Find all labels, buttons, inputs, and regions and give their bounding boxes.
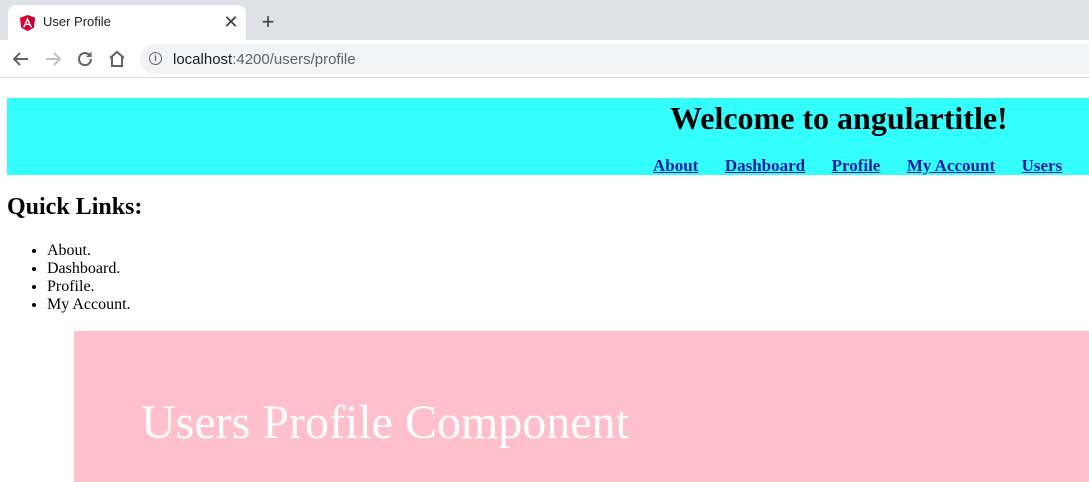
browser-tab[interactable]: User Profile ✕ <box>8 5 246 40</box>
quick-links-heading: Quick Links: <box>7 194 143 220</box>
url-path: :4200/users/profile <box>232 51 356 68</box>
tab-close-icon[interactable]: ✕ <box>222 13 240 31</box>
info-icon[interactable]: i <box>149 52 162 65</box>
list-item: My Account. <box>47 296 131 314</box>
top-nav: About Dashboard Profile My Account Users <box>653 156 1084 176</box>
list-item: Profile. <box>47 278 131 296</box>
users-profile-component: Users Profile Component <box>74 331 1089 482</box>
nav-link-my-account[interactable]: My Account <box>907 156 995 175</box>
nav-link-about[interactable]: About <box>653 156 698 175</box>
reload-icon[interactable] <box>74 48 96 70</box>
url-text[interactable]: localhost:4200/users/profile <box>173 51 356 68</box>
quick-links-list: About. Dashboard. Profile. My Account. <box>7 242 131 314</box>
url-host: localhost <box>173 51 233 68</box>
nav-link-profile[interactable]: Profile <box>832 156 881 175</box>
back-arrow-icon[interactable] <box>10 48 32 70</box>
browser-toolbar: i localhost:4200/users/profile <box>0 40 1089 78</box>
home-icon[interactable] <box>106 48 128 70</box>
list-item: About. <box>47 242 131 260</box>
address-bar[interactable]: i localhost:4200/users/profile <box>140 44 1089 74</box>
list-item: Dashboard. <box>47 260 131 278</box>
page-title: Welcome to angulartitle! <box>670 100 1008 136</box>
nav-link-users[interactable]: Users <box>1022 156 1063 175</box>
profile-component-text: Users Profile Component <box>141 396 629 449</box>
app-header: Welcome to angulartitle! About Dashboard… <box>7 98 1089 175</box>
nav-link-dashboard[interactable]: Dashboard <box>725 156 805 175</box>
tab-title: User Profile <box>43 14 111 29</box>
forward-arrow-icon[interactable] <box>42 48 64 70</box>
browser-tab-strip: User Profile ✕ + <box>0 0 1089 40</box>
new-tab-icon[interactable]: + <box>257 11 279 33</box>
angular-logo-icon <box>20 15 35 31</box>
